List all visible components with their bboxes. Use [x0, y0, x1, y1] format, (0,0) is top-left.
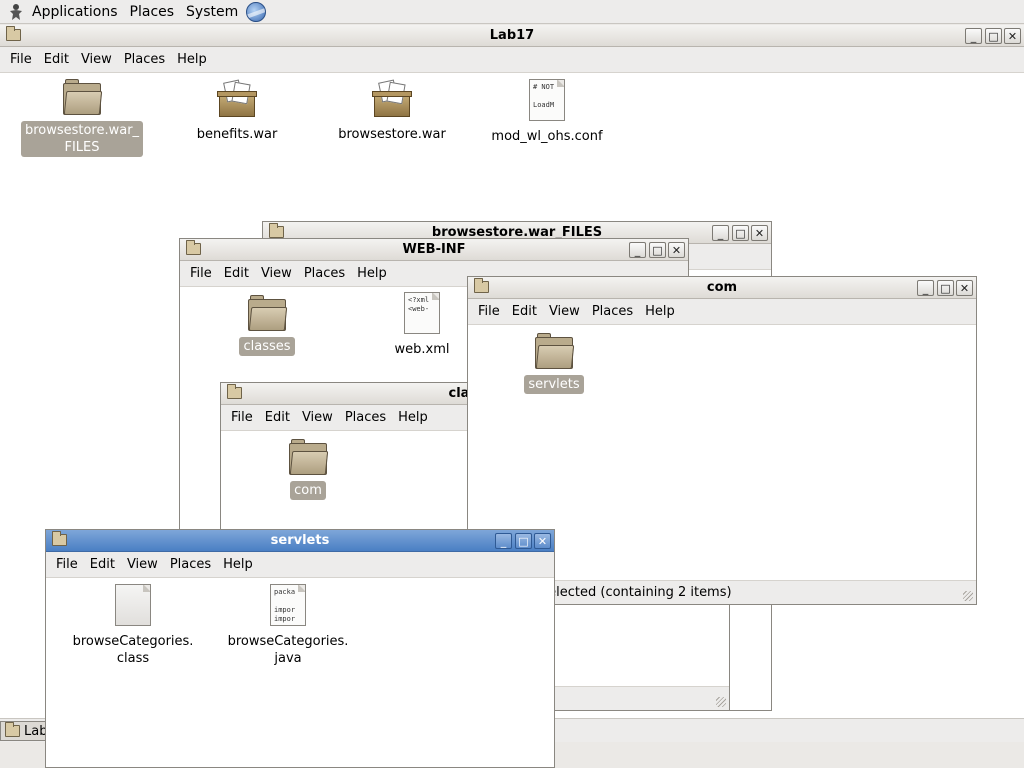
com-titlebar[interactable]: com _ □ ✕	[468, 277, 976, 299]
file-item[interactable]: classes	[202, 295, 332, 356]
lab17-titlebar[interactable]: Lab17 _ □ ✕	[0, 25, 1024, 47]
file-item[interactable]: benefits.war	[172, 79, 302, 144]
menu-view[interactable]: View	[296, 410, 339, 425]
menu-view[interactable]: View	[121, 557, 164, 572]
file-item[interactable]: packa impor impor browseCategories. java	[223, 584, 353, 668]
java-document-icon: packa impor impor	[270, 584, 306, 626]
minimize-button[interactable]: _	[629, 242, 646, 258]
webinf-titlebar[interactable]: WEB-INF _ □ ✕	[180, 239, 688, 261]
places-menu[interactable]: Places	[124, 4, 181, 20]
maximize-button[interactable]: □	[985, 28, 1002, 44]
menu-places[interactable]: Places	[586, 304, 639, 319]
maximize-button[interactable]: □	[649, 242, 666, 258]
close-button[interactable]: ✕	[534, 533, 551, 549]
window-title: Lab17	[489, 28, 535, 43]
servlets-menubar: File Edit View Places Help	[46, 552, 554, 578]
folder-icon	[52, 531, 67, 546]
menu-file[interactable]: File	[4, 52, 38, 67]
file-item[interactable]: com	[243, 439, 373, 500]
minimize-button[interactable]: _	[917, 280, 934, 296]
folder-icon	[289, 439, 329, 475]
folder-icon	[227, 384, 242, 399]
binary-document-icon	[115, 584, 151, 626]
window-title: servlets	[270, 533, 330, 548]
file-label: browsestore.war_ FILES	[20, 121, 144, 157]
maximize-button[interactable]: □	[937, 280, 954, 296]
folder-icon	[474, 278, 489, 293]
menu-help[interactable]: Help	[217, 557, 259, 572]
folder-icon	[186, 240, 201, 255]
menu-file[interactable]: File	[50, 557, 84, 572]
web-browser-launcher-icon[interactable]	[246, 1, 267, 22]
servlets-content: browseCategories. class packa impor impor b…	[46, 578, 554, 767]
top-panel: Applications Places System	[0, 0, 1024, 24]
com-menubar: File Edit View Places Help	[468, 299, 976, 325]
minimize-button[interactable]: _	[495, 533, 512, 549]
folder-icon	[535, 333, 575, 369]
menu-places[interactable]: Places	[164, 557, 217, 572]
servlets-window: servlets _ □ ✕ File Edit View Places Hel…	[45, 529, 555, 768]
close-button[interactable]: ✕	[1004, 28, 1021, 44]
menu-places[interactable]: Places	[298, 266, 351, 281]
file-item[interactable]: browsestore.war	[327, 79, 457, 144]
file-label: mod_wl_ohs.conf	[491, 129, 603, 144]
text-document-icon: # NOT LoadM	[529, 79, 565, 121]
menu-help[interactable]: Help	[171, 52, 213, 67]
window-title: com	[706, 280, 738, 295]
file-item[interactable]: browseCategories. class	[68, 584, 198, 668]
window-title: WEB-INF	[402, 242, 466, 257]
menu-places[interactable]: Places	[118, 52, 171, 67]
package-icon	[217, 79, 257, 119]
menu-file[interactable]: File	[184, 266, 218, 281]
package-icon	[372, 79, 412, 119]
folder-icon	[63, 79, 103, 115]
minimize-button[interactable]: _	[712, 225, 729, 241]
xml-document-icon: <?xml <web-	[404, 292, 440, 334]
menu-help[interactable]: Help	[351, 266, 393, 281]
close-button[interactable]: ✕	[668, 242, 685, 258]
folder-icon	[248, 295, 288, 331]
file-label: browseCategories. java	[227, 634, 349, 666]
menu-edit[interactable]: Edit	[259, 410, 296, 425]
close-button[interactable]: ✕	[956, 280, 973, 296]
taskbar-label: Lab	[24, 723, 48, 739]
menu-view[interactable]: View	[543, 304, 586, 319]
menu-view[interactable]: View	[75, 52, 118, 67]
resize-grip[interactable]	[716, 697, 726, 707]
file-label: browseCategories. class	[72, 634, 194, 666]
menu-view[interactable]: View	[255, 266, 298, 281]
file-label: web.xml	[394, 342, 450, 357]
menu-edit[interactable]: Edit	[84, 557, 121, 572]
file-label: classes	[239, 337, 295, 356]
file-item[interactable]: # NOT LoadM mod_wl_ohs.conf	[482, 79, 612, 146]
maximize-button[interactable]: □	[732, 225, 749, 241]
file-label: com	[290, 481, 326, 500]
file-item[interactable]: servlets	[489, 333, 619, 394]
menu-places[interactable]: Places	[339, 410, 392, 425]
menu-file[interactable]: File	[225, 410, 259, 425]
maximize-button[interactable]: □	[515, 533, 532, 549]
folder-icon	[269, 223, 284, 238]
applications-menu[interactable]: Applications	[26, 4, 124, 20]
file-item[interactable]: browsestore.war_ FILES	[17, 79, 147, 157]
resize-grip[interactable]	[963, 591, 973, 601]
file-label: browsestore.war	[338, 127, 446, 142]
file-label: benefits.war	[196, 127, 278, 142]
menu-edit[interactable]: Edit	[218, 266, 255, 281]
folder-icon	[5, 722, 20, 737]
menu-help[interactable]: Help	[392, 410, 434, 425]
menu-edit[interactable]: Edit	[38, 52, 75, 67]
lab17-menubar: File Edit View Places Help	[0, 47, 1024, 73]
servlets-titlebar[interactable]: servlets _ □ ✕	[46, 530, 554, 552]
menu-file[interactable]: File	[472, 304, 506, 319]
file-label: servlets	[524, 375, 584, 394]
system-menu[interactable]: System	[180, 4, 244, 20]
menu-edit[interactable]: Edit	[506, 304, 543, 319]
minimize-button[interactable]: _	[965, 28, 982, 44]
close-button[interactable]: ✕	[751, 225, 768, 241]
gnome-foot-icon[interactable]	[6, 2, 26, 22]
folder-icon	[6, 26, 21, 41]
menu-help[interactable]: Help	[639, 304, 681, 319]
